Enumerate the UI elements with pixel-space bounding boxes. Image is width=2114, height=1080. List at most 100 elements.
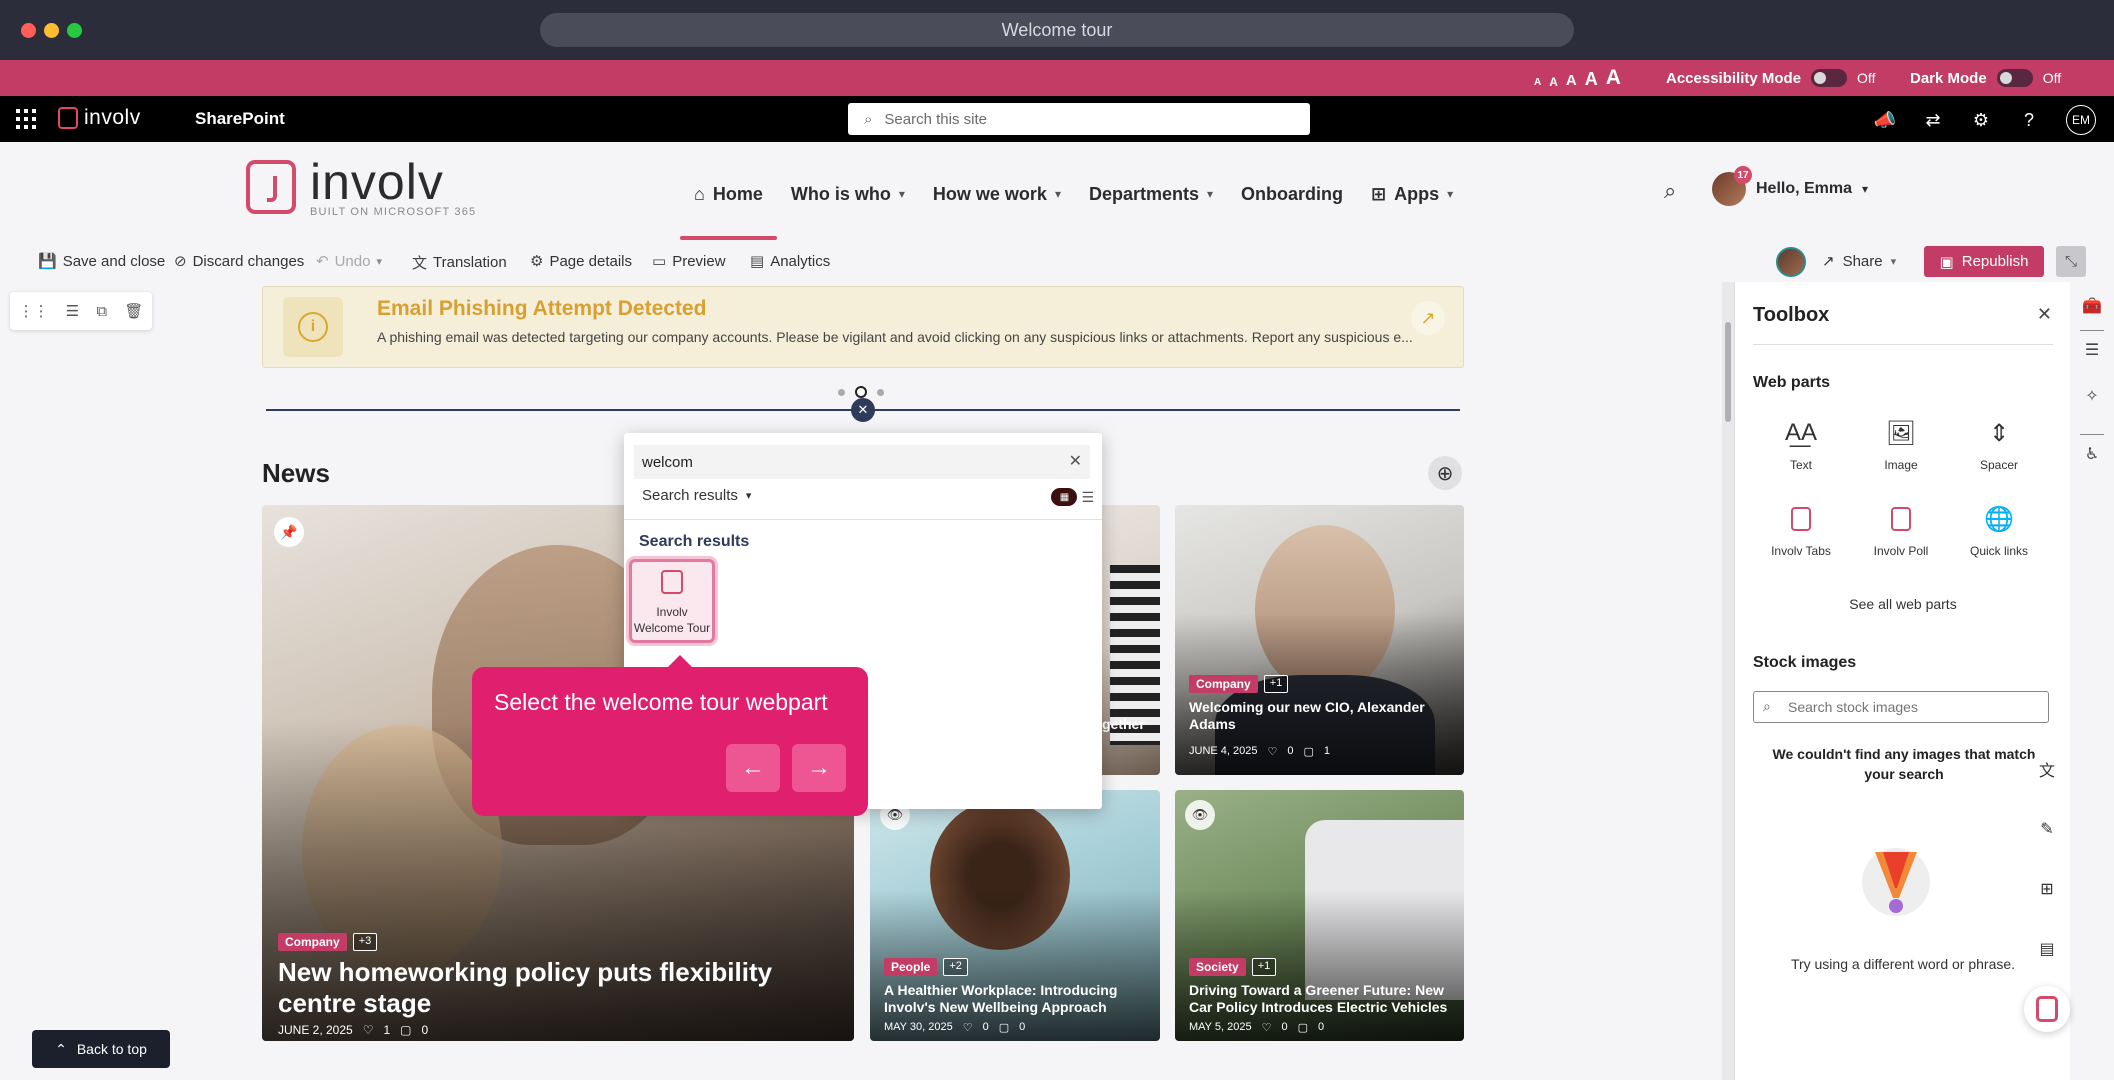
back-to-top-label: Back to top [76,1041,147,1057]
text-size-l-button[interactable]: A [1585,70,1598,88]
nav-home[interactable]: ⌂ Home [680,180,777,240]
webpart-text[interactable]: A͟A Text [1755,416,1847,494]
settings-sliders-icon[interactable]: ☰ [2080,338,2104,362]
share-network-icon[interactable]: ⇄ [1922,109,1944,131]
pin-icon[interactable]: 📌 [274,517,304,547]
grid-view-icon[interactable]: ▦ [1051,488,1078,506]
eye-icon[interactable]: 👁 [1185,800,1215,830]
comment-icon: ▢ [400,1023,412,1037]
involv-welcome-tour-result[interactable]: Involv Welcome Tour [629,559,715,643]
header-search-icon[interactable]: ⌕ [1664,178,1676,204]
clear-icon[interactable]: ✕ [1069,451,1082,471]
external-link-icon[interactable]: ↗ [1411,301,1445,335]
stock-images-search-input[interactable] [1753,691,2049,723]
accessibility-icon[interactable]: ♿ [2080,442,2104,466]
webpart-image[interactable]: 🖼 Image [1855,416,1947,494]
back-to-top-button[interactable]: ⌃ Back to top [32,1030,170,1068]
scrollbar-thumb[interactable] [1725,322,1731,422]
carousel-dot[interactable] [877,388,884,396]
undo-button[interactable]: ↶ Undo ▾ [316,252,382,271]
edit-document-icon[interactable]: ✎ [2030,812,2064,846]
delete-icon[interactable]: 🗑 [124,302,143,320]
preview-button[interactable]: ▭ Preview [652,252,726,271]
preview-label: Preview [672,252,726,270]
close-icon[interactable]: ✕ [2037,304,2052,325]
news-card-title[interactable]: Driving Toward a Greener Future: New Car… [1189,982,1455,1016]
minimize-window-button[interactable] [44,23,59,38]
nav-onboarding[interactable]: Onboarding [1227,180,1357,208]
translation-button[interactable]: 文 Translation [412,252,507,273]
translate-icon[interactable]: 文 [2030,752,2064,786]
save-and-close-button[interactable]: 💾 Save and close [38,252,165,271]
involv-assistant-button[interactable] [2024,986,2070,1032]
chevron-down-icon: ▾ [376,255,382,268]
category-tag[interactable]: Company [278,933,347,951]
analytics-button[interactable]: ▤ Analytics [750,252,830,271]
news-card-title[interactable]: A Healthier Workplace: Introducing Invol… [884,982,1148,1016]
share-button[interactable]: ↗ Share ▾ [1822,252,1896,271]
more-tags-badge[interactable]: +1 [1251,958,1277,976]
more-tags-badge[interactable]: +3 [352,933,378,951]
accessibility-mode-toggle[interactable] [1811,69,1848,87]
tour-next-button[interactable]: → [792,744,846,792]
suite-app-name[interactable]: SharePoint [195,109,285,129]
see-all-web-parts-link[interactable]: See all web parts [1735,596,2071,612]
news-card-title[interactable]: New homeworking policy puts flexibility … [278,957,798,1019]
nav-departments[interactable]: Departments ▾ [1075,180,1227,208]
site-search-box[interactable]: ⌕ Search this site [848,103,1310,135]
webpart-involv-tabs[interactable]: Involv Tabs [1755,502,1847,580]
nav-apps[interactable]: ⊞ Apps ▾ [1357,180,1467,208]
category-tag[interactable]: People [884,958,938,976]
text-size-xs-button[interactable]: A [1534,78,1541,88]
gear-icon[interactable]: ⚙ [1970,109,1992,131]
page-details-button[interactable]: ⚙ Page details [530,252,632,271]
nav-how-we-work[interactable]: How we work ▾ [919,180,1075,208]
edit-section-icon[interactable]: ☰ [66,302,79,320]
close-icon[interactable]: ✕ [851,398,875,422]
webpart-search-input[interactable] [634,445,1090,479]
webpart-spacer[interactable]: ⇕ Spacer [1953,416,2045,494]
duplicate-icon[interactable]: ⧉ [96,303,107,320]
help-icon[interactable]: ? [2018,109,2040,131]
category-tag[interactable]: Company [1189,675,1258,693]
drag-handle-icon[interactable]: ⋮⋮ [19,302,49,320]
news-card-car-policy[interactable]: 👁 Society +1 Driving Toward a Greener Fu… [1175,790,1464,1041]
webpart-quick-links[interactable]: 🌐 Quick links [1953,502,2045,580]
news-card-cio[interactable]: Company +1 Welcoming our new CIO, Alexan… [1175,505,1464,775]
suite-logo[interactable]: involv [58,106,141,130]
close-window-button[interactable] [21,23,36,38]
text-size-m-button[interactable]: A [1566,73,1577,88]
discard-changes-button[interactable]: ⊘ Discard changes [174,252,304,271]
toolbox-icon[interactable]: 🧰 [2080,294,2104,318]
text-size-s-button[interactable]: A [1549,76,1558,88]
layers-icon[interactable]: ▤ [2030,932,2064,966]
app-launcher-icon[interactable] [16,109,36,129]
canvas-scrollbar[interactable] [1722,282,1734,1080]
collapse-icon[interactable]: ⤡ [2056,246,2086,277]
more-tags-badge[interactable]: +1 [1263,675,1289,693]
address-bar[interactable]: Welcome tour [540,13,1574,47]
more-tags-badge[interactable]: +2 [943,958,968,976]
list-view-icon[interactable]: ☰ [1081,489,1094,506]
site-logo[interactable]: involv BUILT ON MICROSOFT 365 [246,157,476,218]
user-menu[interactable]: 17 Hello, Emma ▾ [1712,166,1868,206]
news-card-wellbeing[interactable]: 👁 People +2 A Healthier Workplace: Intro… [870,790,1160,1041]
nav-who-is-who[interactable]: Who is who ▾ [777,180,919,208]
results-filter-dropdown[interactable]: Search results ▾ [642,487,751,504]
account-avatar[interactable]: EM [2066,105,2096,135]
republish-button[interactable]: ▣ Republish [1924,246,2044,277]
news-card-title[interactable]: Welcoming our new CIO, Alexander Adams [1189,699,1449,733]
carousel-dot[interactable] [838,388,845,396]
sparkle-icon[interactable]: ✧ [2080,384,2104,408]
add-box-icon[interactable]: ⊞ [2030,872,2064,906]
carousel-dot-active[interactable] [855,386,867,398]
megaphone-icon[interactable]: 📣 [1874,109,1896,131]
maximize-window-button[interactable] [67,23,82,38]
add-news-icon[interactable]: ⊕ [1428,456,1462,490]
webpart-involv-poll[interactable]: Involv Poll [1855,502,1947,580]
text-size-xl-button[interactable]: A [1606,67,1621,88]
tour-prev-button[interactable]: ← [726,744,780,792]
dark-mode-toggle[interactable] [1996,69,2033,87]
coauthor-avatar[interactable] [1776,247,1806,277]
category-tag[interactable]: Society [1189,958,1246,976]
